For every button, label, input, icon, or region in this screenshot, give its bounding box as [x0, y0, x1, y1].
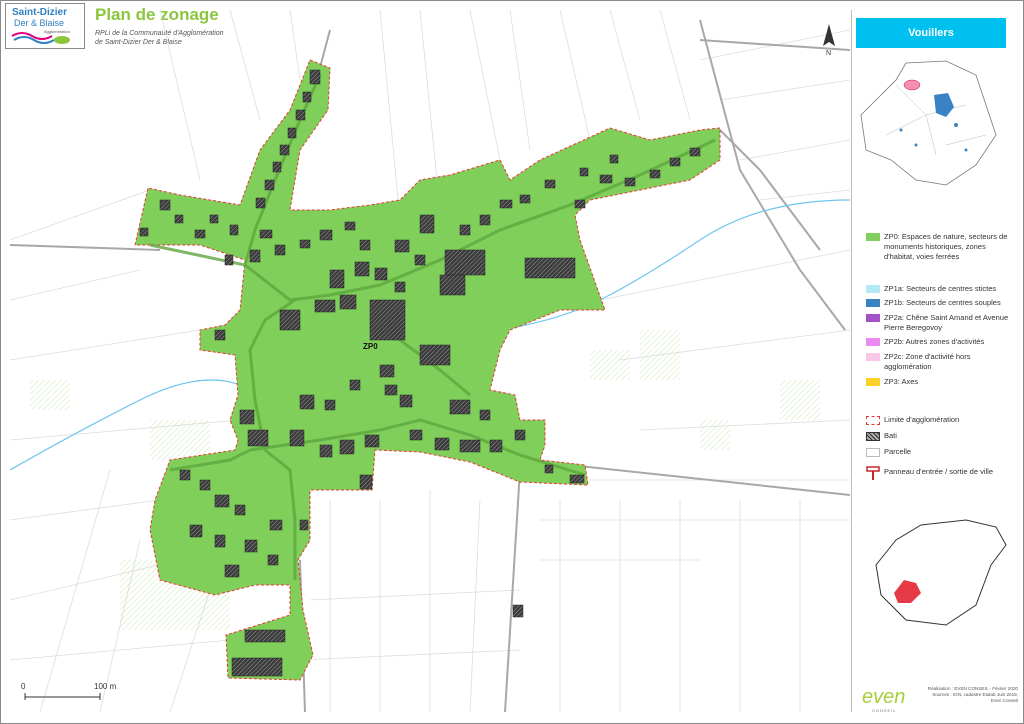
legend-label: ZP0: Espaces de nature, secteurs de monu…: [884, 232, 1008, 261]
even-conseil-subtitle: CONSEIL: [872, 708, 897, 713]
legend-swatch-zp2a: [866, 314, 880, 322]
legend-label: ZP2a: Chêne Saint Amand et Avenue Pierre…: [884, 313, 1009, 332]
zone-label-zp0: ZP0: [363, 342, 378, 351]
even-conseil-logo: even: [862, 686, 906, 708]
zone-zp0[interactable]: [134, 59, 721, 681]
north-arrow-icon: N: [823, 24, 835, 57]
legend-swatch-zp0: [866, 233, 880, 241]
legend-label: Limite d'agglomération: [884, 415, 960, 424]
panel-divider: [851, 10, 852, 712]
legend-swatch-zp1b: [866, 299, 880, 307]
legend-swatch-parcelle: [866, 448, 880, 457]
locator-map-commune: [875, 519, 1007, 626]
legend-label: ZP1a: Secteurs de centres stictes: [884, 284, 997, 293]
legend-label: Bati: [884, 431, 897, 440]
legend-label: Panneau d'entrée / sortie de ville: [884, 467, 994, 476]
north-label: N: [826, 50, 831, 57]
legend-label: ZP2c: Zone d'activité hors agglomération: [884, 352, 971, 371]
scale-label-start: 0: [21, 682, 26, 691]
legend-label: ZP2b: Autres zones d'activités: [884, 337, 985, 346]
legend-swatch-zp3: [866, 378, 880, 386]
zoning-map[interactable]: ZP0 N: [10, 10, 850, 712]
legend-swatch-zp2b: [866, 338, 880, 346]
legend-swatch-zp1a: [866, 285, 880, 293]
legend-swatch-limite: [866, 416, 880, 425]
scale-bar: [24, 693, 101, 700]
credits-line-3: Even Conseil: [990, 698, 1018, 703]
legend-label: ZP3: Axes: [884, 377, 919, 386]
map-credits: Réalisation : EVEN CONSEIL - Février 202…: [900, 686, 1018, 704]
scale-label-end: 100 m: [94, 682, 117, 691]
legend-label: Parcelle: [884, 447, 912, 456]
town-sign-icon: [866, 466, 880, 480]
legend-label: ZP1b: Secteurs de centres souples: [884, 298, 1001, 307]
commune-banner: Vouillers: [856, 18, 1006, 48]
legend-swatch-zp2c: [866, 353, 880, 361]
legend-swatch-bati: [866, 432, 880, 441]
locator-map-agglomeration: [860, 60, 997, 186]
